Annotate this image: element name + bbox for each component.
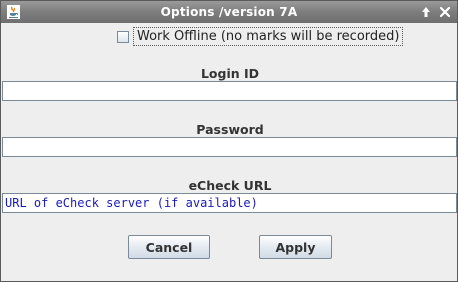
echeck-url-field[interactable] — [2, 193, 457, 213]
title-bar[interactable]: Options /version 7A — [1, 1, 457, 23]
work-offline-label[interactable]: Work Offline (no marks will be recorded) — [133, 27, 404, 46]
dialog-content: Work Offline (no marks will be recorded)… — [1, 23, 457, 281]
window-title: Options /version 7A — [160, 5, 298, 19]
cancel-button[interactable]: Cancel — [128, 235, 210, 259]
close-icon[interactable] — [437, 4, 453, 20]
password-label: Password — [196, 122, 264, 137]
work-offline-checkbox[interactable] — [117, 30, 129, 43]
apply-button[interactable]: Apply — [259, 235, 332, 259]
arrow-up-icon[interactable] — [418, 4, 434, 20]
echeck-url-label: eCheck URL — [188, 178, 272, 193]
login-id-label: Login ID — [200, 66, 260, 81]
password-field[interactable] — [2, 137, 457, 157]
options-dialog: Options /version 7A Work Offline (no mar… — [0, 0, 458, 282]
login-id-field[interactable] — [2, 81, 457, 101]
work-offline-option[interactable]: Work Offline (no marks will be recorded) — [117, 27, 404, 46]
